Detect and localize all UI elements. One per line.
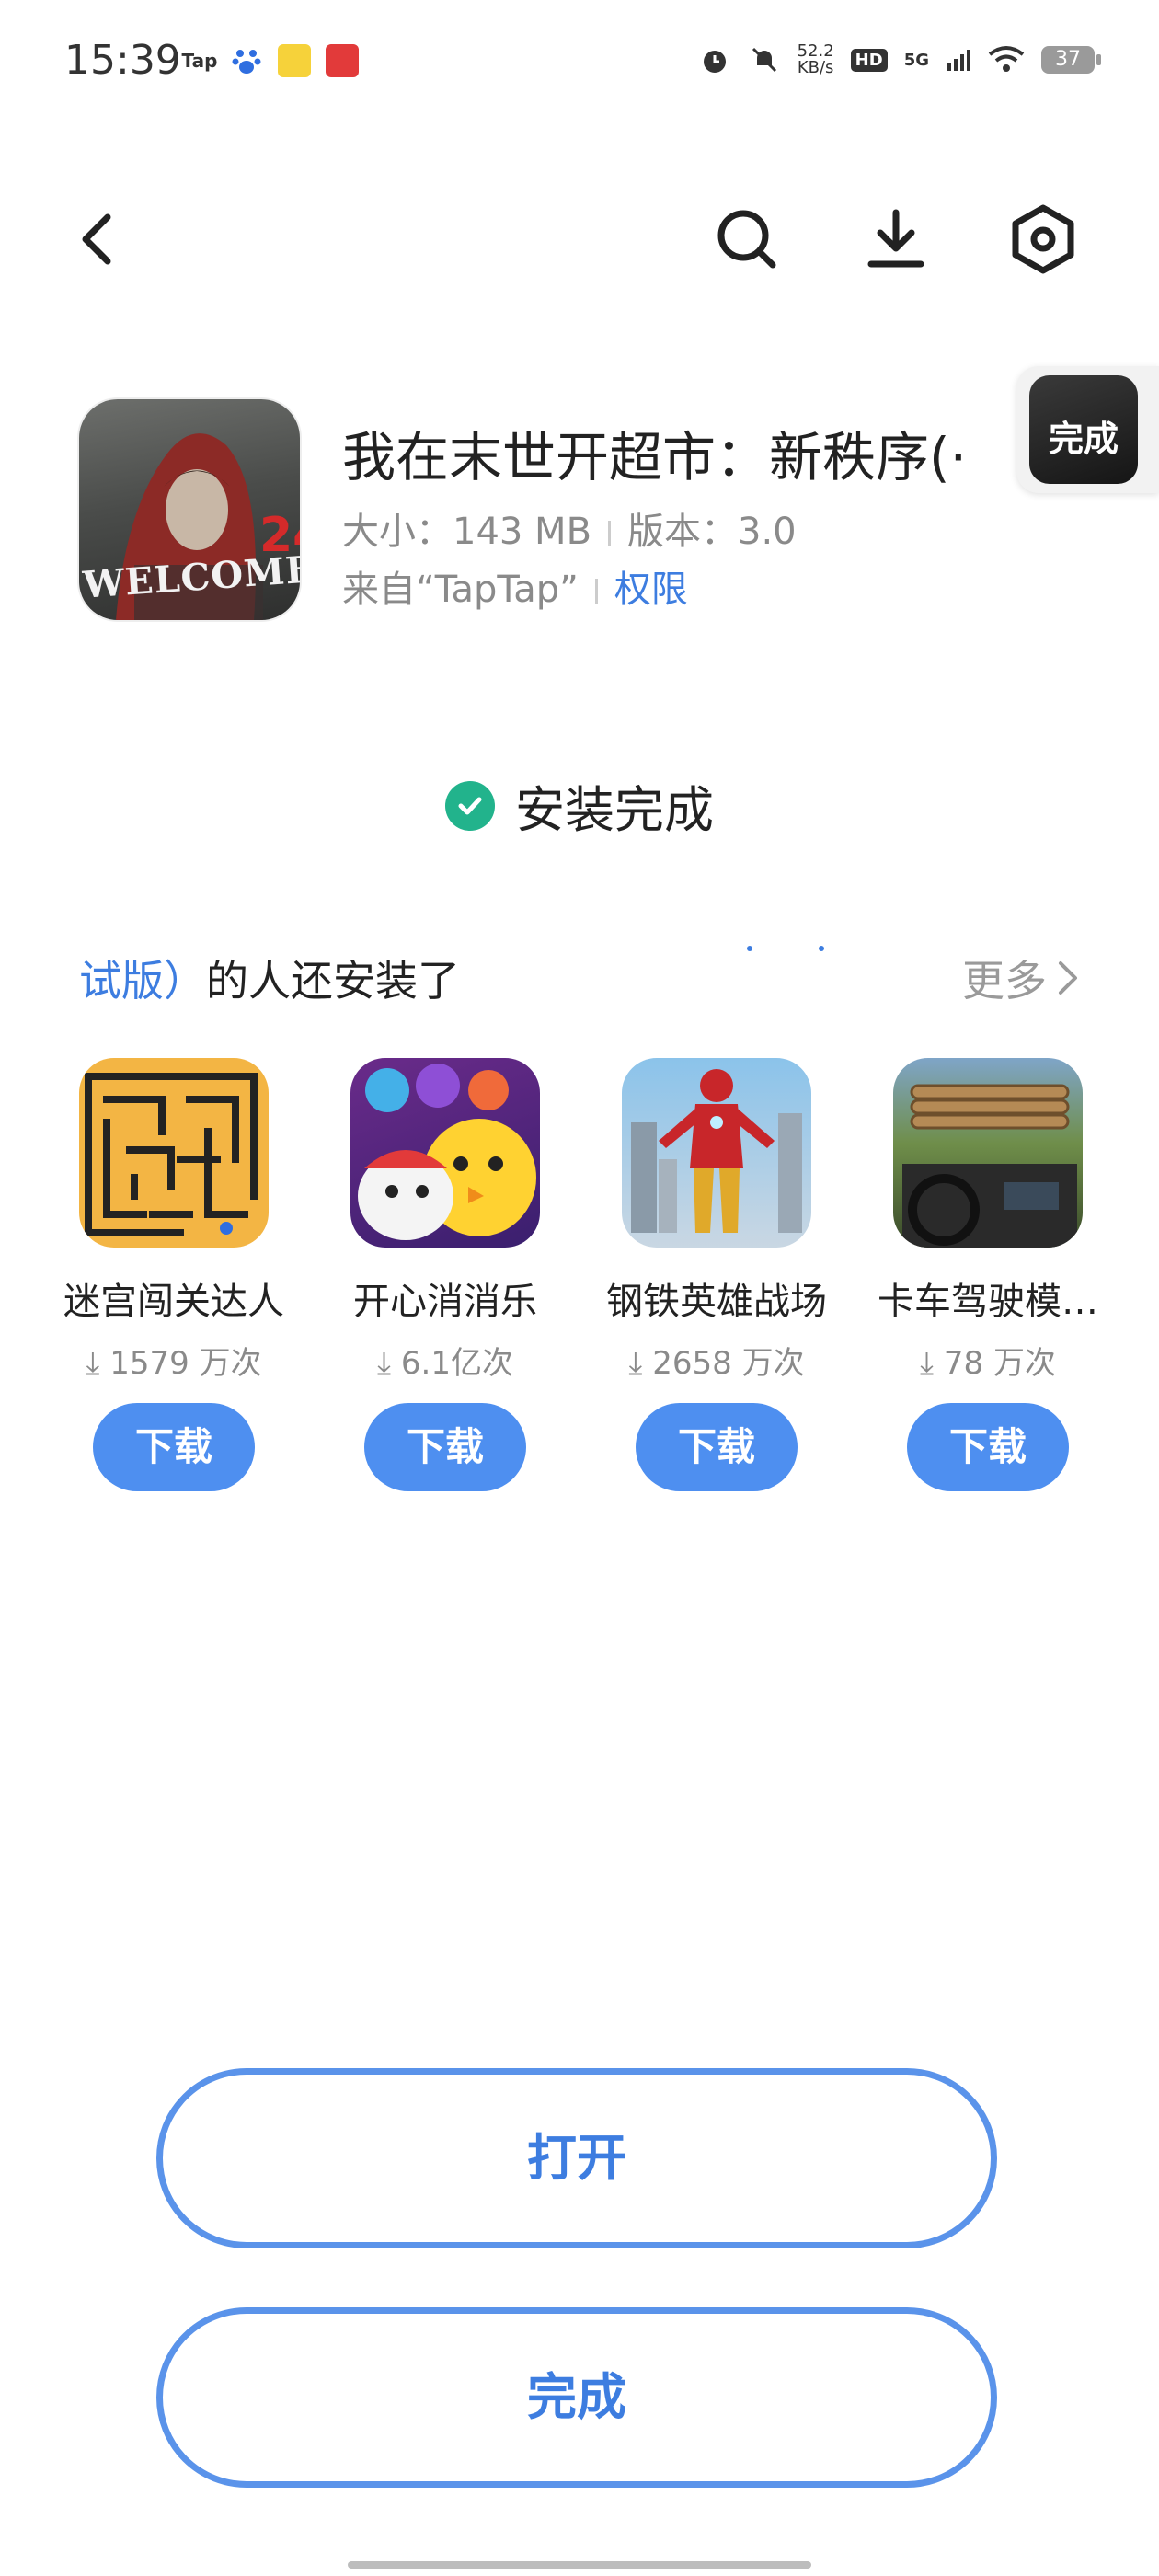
search-icon[interactable] bbox=[710, 202, 784, 276]
recommend-item[interactable]: 迷宫闯关达人 ⤓ 1579 万次 下载 bbox=[40, 1058, 307, 1491]
floating-widget-thumb: 完成 bbox=[1029, 375, 1138, 484]
red-app-icon bbox=[326, 44, 359, 77]
download-button[interactable]: 下载 bbox=[907, 1403, 1069, 1491]
recommend-title-highlight: 试版） bbox=[79, 956, 206, 1006]
app-icon: WELCOME 24 bbox=[79, 399, 300, 620]
recommend-item-name: 开心消消乐 bbox=[353, 1281, 537, 1323]
app-source: 来自“TapTap” bbox=[342, 569, 579, 611]
wifi-icon bbox=[988, 46, 1025, 72]
open-button[interactable]: 打开 bbox=[156, 2068, 997, 2248]
download-button[interactable]: 下载 bbox=[364, 1403, 526, 1491]
install-status: 安装完成 bbox=[0, 769, 1159, 842]
signal-icon bbox=[947, 50, 970, 71]
download-count: 1579 万次 bbox=[109, 1345, 262, 1382]
app-icon-number: 24 bbox=[259, 508, 300, 563]
truck-game-icon bbox=[893, 1058, 1083, 1248]
floating-widget-label: 完成 bbox=[1048, 419, 1119, 459]
baidu-paw-icon bbox=[230, 44, 263, 77]
status-time: 15:39 bbox=[64, 37, 181, 84]
speed-unit: KB/s bbox=[797, 58, 834, 77]
network-type: 5G bbox=[903, 50, 929, 70]
app-meta-size-version: 大小：143 MB 版本：3.0 bbox=[342, 501, 797, 555]
marquee-dot bbox=[747, 946, 752, 951]
more-link[interactable]: 更多 bbox=[962, 948, 1080, 1008]
home-indicator[interactable] bbox=[348, 2561, 811, 2569]
floating-done-widget[interactable]: 完成 bbox=[1016, 366, 1159, 493]
divider bbox=[608, 521, 612, 546]
network-speed: 52.2 KB/s bbox=[798, 43, 834, 76]
maze-game-icon bbox=[79, 1058, 269, 1248]
recommend-item-name: 钢铁英雄战场 bbox=[606, 1281, 827, 1323]
tap-app-icon: Tap bbox=[181, 50, 218, 72]
hero-game-icon bbox=[622, 1058, 811, 1248]
recommend-title-rest: 的人还安装了 bbox=[206, 956, 460, 1006]
recommend-item[interactable]: 开心消消乐 ⤓ 6.1亿次 下载 bbox=[312, 1058, 579, 1491]
download-button[interactable]: 下载 bbox=[93, 1403, 255, 1491]
install-status-text: 安装完成 bbox=[515, 781, 714, 839]
download-count: 6.1亿次 bbox=[400, 1345, 513, 1382]
match3-game-icon bbox=[350, 1058, 540, 1248]
hd-badge: HD bbox=[850, 48, 888, 72]
settings-icon[interactable] bbox=[1006, 202, 1080, 276]
divider bbox=[594, 579, 598, 604]
recommend-title: 试版）的人还安装了 bbox=[79, 948, 460, 1008]
back-arrow-icon[interactable] bbox=[61, 202, 134, 276]
recommend-item-name: 迷宫闯关达人 bbox=[63, 1281, 284, 1323]
app-version: 版本：3.0 bbox=[627, 511, 797, 553]
download-icon[interactable] bbox=[859, 202, 933, 276]
status-icons: 52.2 KB/s HD 5G 37 bbox=[698, 37, 1101, 83]
download-button[interactable]: 下载 bbox=[636, 1403, 798, 1491]
marquee-dot bbox=[819, 946, 824, 951]
recommend-item-count: ⤓ 1579 万次 bbox=[86, 1345, 262, 1382]
recommend-item-count: ⤓ 78 万次 bbox=[920, 1345, 1056, 1382]
alarm-icon bbox=[703, 51, 726, 73]
battery-indicator: 37 bbox=[1041, 46, 1101, 74]
recommend-item[interactable]: 钢铁英雄战场 ⤓ 2658 万次 下载 bbox=[583, 1058, 850, 1491]
permission-link[interactable]: 权限 bbox=[614, 569, 688, 611]
check-circle-icon bbox=[445, 780, 495, 831]
recommend-item-count: ⤓ 6.1亿次 bbox=[377, 1345, 513, 1382]
app-meta-source: 来自“TapTap” 权限 bbox=[342, 559, 688, 613]
app-title: 我在末世开超市：新秩序(· bbox=[342, 426, 968, 489]
chevron-right-icon bbox=[1059, 961, 1077, 995]
pet-app-icon bbox=[278, 44, 311, 77]
recommend-item[interactable]: 卡车驾驶模… ⤓ 78 万次 下载 bbox=[855, 1058, 1121, 1491]
done-button[interactable]: 完成 bbox=[156, 2307, 997, 2488]
download-count: 2658 万次 bbox=[652, 1345, 805, 1382]
more-label: 更多 bbox=[962, 956, 1047, 1006]
recommend-item-name: 卡车驾驶模… bbox=[878, 1281, 1098, 1323]
mute-bell-icon bbox=[752, 47, 776, 73]
recommend-item-count: ⤓ 2658 万次 bbox=[628, 1345, 805, 1382]
app-size: 大小：143 MB bbox=[342, 511, 592, 553]
download-count: 78 万次 bbox=[943, 1345, 1056, 1382]
